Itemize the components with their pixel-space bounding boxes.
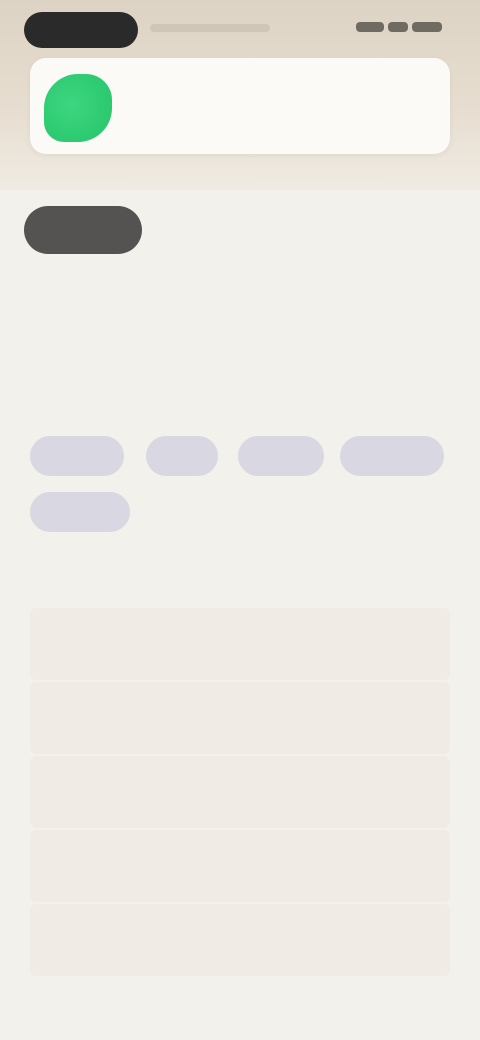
wifi-icon	[388, 22, 408, 32]
battery-icon	[412, 22, 442, 32]
status-bar	[0, 0, 480, 60]
filter-chip[interactable]	[238, 436, 324, 476]
list-item[interactable]	[30, 756, 450, 828]
status-time	[24, 12, 138, 48]
list-item[interactable]	[30, 904, 450, 976]
list-item[interactable]	[30, 682, 450, 754]
app-screen	[0, 0, 480, 1040]
list-item[interactable]	[30, 608, 450, 680]
app-card[interactable]	[30, 58, 450, 154]
tab-3[interactable]	[344, 206, 454, 254]
filter-chip[interactable]	[30, 436, 124, 476]
list-item[interactable]	[30, 830, 450, 902]
tab-bar	[24, 206, 456, 254]
filter-chip[interactable]	[146, 436, 218, 476]
signal-icon	[356, 22, 384, 32]
filter-chip[interactable]	[340, 436, 444, 476]
tab-1[interactable]	[24, 206, 142, 254]
filter-chip[interactable]	[30, 492, 130, 532]
status-icons	[350, 22, 442, 34]
tab-2[interactable]	[174, 206, 324, 254]
app-icon	[44, 74, 112, 142]
status-notch-area	[150, 24, 270, 32]
